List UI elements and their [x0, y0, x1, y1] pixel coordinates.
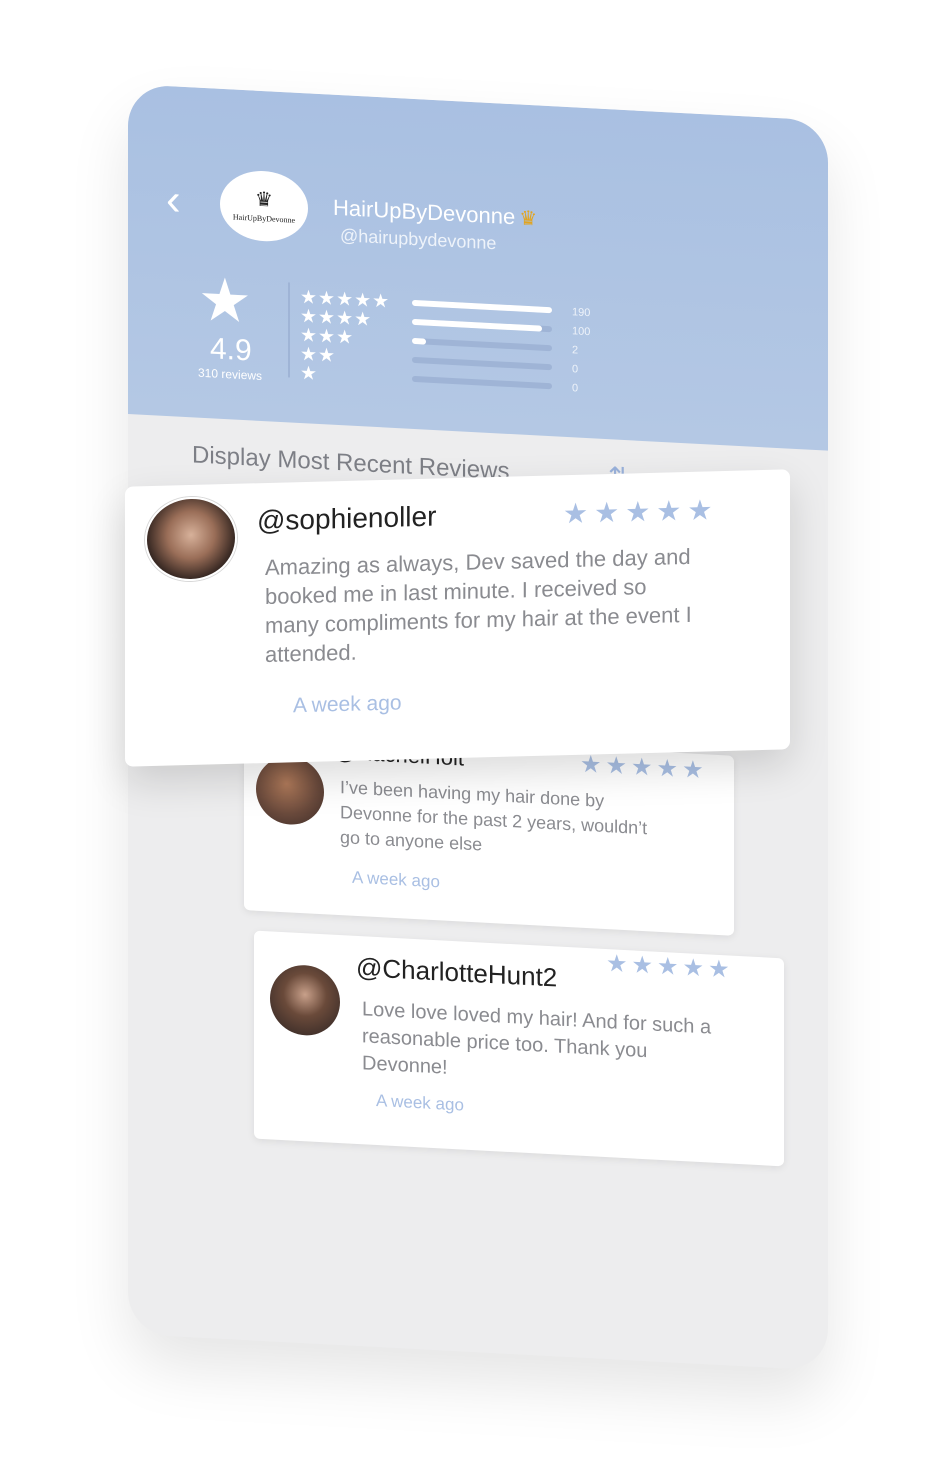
avatar — [256, 754, 324, 827]
business-handle: @hairupbydevonne — [340, 225, 497, 254]
business-logo: ♛ HairUpByDevonne — [220, 168, 308, 244]
review-time: A week ago — [293, 691, 402, 718]
rating-bar-fill — [412, 299, 552, 314]
rating-bar — [412, 318, 552, 333]
average-rating: 4.9 — [210, 332, 252, 368]
review-stars: ★★★★★ — [563, 494, 719, 530]
review-time: A week ago — [352, 867, 440, 892]
rating-divider — [288, 282, 290, 378]
logo-text: HairUpByDevonne — [232, 211, 296, 225]
avatar — [270, 963, 340, 1038]
star-icon: ★ — [198, 265, 252, 336]
rating-row-count: 2 — [572, 344, 579, 357]
profile-header: ‹ ♛ HairUpByDevonne HairUpByDevonne ♛ @ha… — [128, 84, 828, 451]
rating-row-count: 100 — [572, 325, 591, 339]
review-stars: ★★★★★ — [606, 950, 734, 984]
chevron-left-icon[interactable]: ‹ — [166, 175, 181, 225]
review-handle: @CharlotteHunt2 — [356, 951, 558, 993]
review-card-featured[interactable]: @sophienoller ★★★★★ Amazing as always, D… — [125, 469, 790, 767]
rating-row-count: 190 — [572, 306, 591, 320]
review-body: Amazing as always, Dev saved the day and… — [265, 543, 692, 668]
review-stars: ★★★★★ — [580, 750, 708, 785]
review-card[interactable]: @CharlotteHunt2 ★★★★★ Love love loved my… — [254, 930, 784, 1167]
rating-bar — [412, 299, 552, 314]
rating-row-stars: ★ — [300, 363, 319, 385]
review-time: A week ago — [376, 1090, 464, 1115]
avatar — [145, 495, 237, 583]
review-handle: @sophienoller — [257, 500, 437, 537]
review-body: Love love loved my hair! And for such a … — [362, 998, 712, 1079]
rating-bar — [412, 375, 552, 390]
review-body: I’ve been having my hair done by Devonne… — [340, 777, 648, 855]
business-name-label: HairUpByDevonne — [333, 194, 516, 230]
rating-row-count: 0 — [572, 382, 579, 395]
rating-bar-fill — [412, 337, 426, 345]
rating-row-count: 0 — [572, 363, 579, 376]
logo-mark-icon: ♛ — [255, 188, 273, 212]
crown-icon: ♛ — [519, 207, 538, 231]
rating-bar — [412, 337, 552, 352]
rating-bar — [412, 356, 552, 371]
review-count: 310 reviews — [198, 365, 263, 384]
rating-bar-fill — [412, 318, 543, 332]
